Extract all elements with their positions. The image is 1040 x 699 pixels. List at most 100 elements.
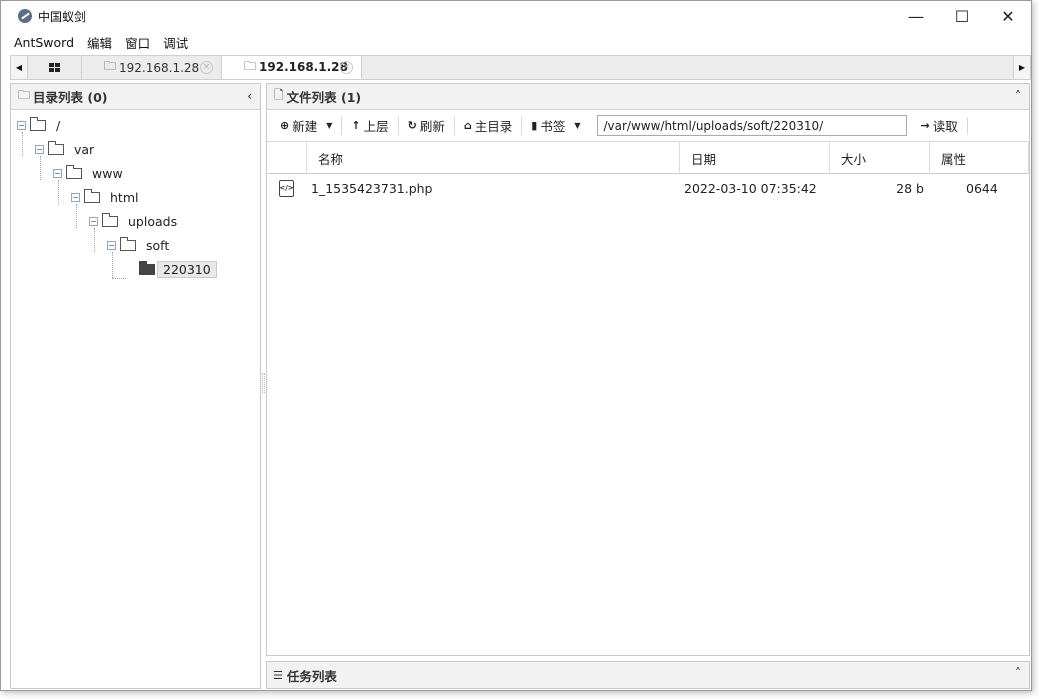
new-label: 新建 (292, 119, 318, 134)
folder-icon (66, 164, 82, 179)
window-title: 中国蚁剑 (38, 9, 87, 24)
folder-icon: 🗀 (18, 88, 31, 102)
tree-node-label: www (92, 165, 123, 181)
collapse-node-icon[interactable]: − (35, 144, 44, 154)
file-date-cell: 2022-03-10 07:35:42 (684, 180, 817, 196)
collapse-node-icon[interactable]: − (89, 216, 98, 226)
read-button[interactable]: → 读取 (913, 116, 964, 136)
tab-home[interactable] (28, 56, 82, 79)
column-header-size[interactable]: 大小 (830, 142, 930, 174)
directory-panel-header: 🗀 目录列表 (0) ‹ (11, 84, 260, 110)
menu-edit[interactable]: 编辑 (80, 33, 118, 52)
arrow-up-icon: ↑ (351, 119, 361, 132)
new-button[interactable]: ⊕ 新建 ▼ (273, 116, 339, 136)
directory-panel: 🗀 目录列表 (0) ‹ − / − var − www − html − up… (10, 83, 261, 689)
file-grid: 名称 日期 大小 属性 </> 1_1535423731.php 2022-03… (267, 142, 1029, 202)
read-label: 读取 (932, 119, 958, 134)
panel-splitter[interactable] (262, 373, 265, 393)
menu-window[interactable]: 窗口 (118, 33, 156, 52)
file-size-cell: 28 b (896, 180, 924, 196)
bookmark-label: 书签 (540, 119, 566, 134)
home-label: 主目录 (474, 119, 513, 134)
expand-panel-icon[interactable]: ˄ (1015, 666, 1021, 680)
tab-shell-2-active[interactable]: 🗀 192.168.1.28 × (222, 56, 362, 79)
folder-icon (48, 140, 64, 155)
tree-node-label: / (56, 117, 61, 133)
php-file-icon: </> (279, 179, 294, 197)
bookmark-icon: ▮ (531, 119, 538, 132)
menu-debug[interactable]: 调试 (156, 33, 194, 52)
table-row[interactable]: </> 1_1535423731.php 2022-03-10 07:35:42… (267, 174, 1029, 202)
tree-node-label-selected: 220310 (157, 260, 217, 278)
tree-node-label: var (74, 141, 95, 157)
tree-node-www[interactable]: − www (53, 163, 123, 183)
refresh-label: 刷新 (419, 119, 445, 134)
tab-shell-1[interactable]: 🗀 192.168.1.28 × (82, 56, 222, 79)
tab-label: 192.168.1.28 (119, 60, 200, 75)
home-dir-button[interactable]: ⌂ 主目录 (457, 116, 519, 136)
title-bar[interactable]: 中国蚁剑 — ☐ ✕ (1, 1, 1031, 31)
file-panel-title: 文件列表 (1) (286, 90, 362, 105)
file-panel: 🗋 文件列表 (1) ˄ ⊕ 新建 ▼ ↑ 上层 ↻ 刷新 ⌂ 主目录 ▮ 书签… (266, 83, 1030, 656)
tree-node-soft[interactable]: − soft (107, 235, 169, 255)
tree-node-html[interactable]: − html (71, 187, 138, 207)
tab-label: 192.168.1.28 (259, 60, 348, 74)
task-panel-title: 任务列表 (286, 668, 337, 684)
tab-close-icon[interactable]: × (200, 61, 213, 74)
tree-node-root[interactable]: − / (17, 115, 60, 135)
arrow-right-icon: → (920, 119, 930, 132)
column-header-name[interactable]: 名称 (307, 142, 680, 174)
maximize-button[interactable]: ☐ (939, 1, 985, 31)
file-grid-header: 名称 日期 大小 属性 (267, 142, 1029, 174)
file-panel-header: 🗋 文件列表 (1) ˄ (267, 84, 1029, 110)
column-header-date[interactable]: 日期 (680, 142, 830, 174)
folder-icon (84, 188, 100, 203)
file-name-cell: 1_1535423731.php (311, 180, 433, 196)
tree-node-uploads[interactable]: − uploads (89, 211, 177, 231)
home-icon: ⌂ (463, 119, 472, 132)
caret-down-icon: ▼ (326, 121, 333, 130)
collapse-node-icon[interactable]: − (71, 192, 80, 202)
file-toolbar: ⊕ 新建 ▼ ↑ 上层 ↻ 刷新 ⌂ 主目录 ▮ 书签 ▼ /var/www/h… (267, 110, 1029, 142)
close-window-button[interactable]: ✕ (985, 1, 1031, 31)
file-icon: 🗋 (274, 88, 284, 102)
caret-down-icon: ▼ (574, 121, 581, 130)
column-header-attr[interactable]: 属性 (930, 142, 1029, 174)
tab-bar: ◀ 🗀 192.168.1.28 × 🗀 192.168.1.28 × ▶ (10, 55, 1031, 80)
task-panel[interactable]: ☰ 任务列表 ˄ (266, 661, 1030, 689)
tree-node-var[interactable]: − var (35, 139, 94, 159)
path-input[interactable] (597, 115, 908, 136)
grid-icon (49, 63, 60, 72)
collapse-node-icon[interactable]: − (17, 120, 26, 130)
folder-icon (102, 212, 118, 227)
plus-circle-icon: ⊕ (280, 119, 290, 132)
folder-icon (30, 116, 46, 131)
directory-panel-title: 目录列表 (0) (33, 90, 108, 105)
collapse-node-icon[interactable]: − (107, 240, 116, 250)
collapse-node-icon[interactable]: − (53, 168, 62, 178)
tree-node-220310[interactable]: 220310 (139, 259, 217, 279)
antsword-logo-icon (18, 9, 32, 23)
up-label: 上层 (363, 119, 389, 134)
folder-icon: 🗀 (104, 59, 117, 73)
minimize-button[interactable]: — (893, 1, 939, 31)
up-button[interactable]: ↑ 上层 (344, 116, 395, 136)
list-icon: ☰ (273, 668, 283, 682)
tab-close-icon[interactable]: × (340, 61, 353, 74)
tree-node-label: soft (146, 237, 170, 253)
tree-node-label: uploads (128, 213, 178, 229)
tab-scroll-left-icon[interactable]: ◀ (11, 56, 28, 79)
antsword-window: 中国蚁剑 — ☐ ✕ AntSword 编辑 窗口 调试 ◀ 🗀 192.168… (0, 0, 1032, 691)
bookmark-button[interactable]: ▮ 书签 ▼ (524, 116, 587, 136)
icon-column-header (267, 142, 307, 174)
collapse-panel-icon[interactable]: ˄ (1015, 89, 1021, 103)
menu-antsword[interactable]: AntSword (1, 35, 80, 50)
folder-icon: 🗀 (244, 58, 257, 73)
refresh-button[interactable]: ↻ 刷新 (401, 116, 452, 136)
folder-icon (139, 260, 155, 275)
tab-scroll-right-icon[interactable]: ▶ (1013, 56, 1030, 79)
folder-icon (120, 236, 136, 251)
menu-bar: AntSword 编辑 窗口 调试 (1, 31, 1031, 53)
collapse-panel-icon[interactable]: ‹ (247, 89, 252, 103)
file-attr-cell: 0644 (966, 180, 998, 196)
